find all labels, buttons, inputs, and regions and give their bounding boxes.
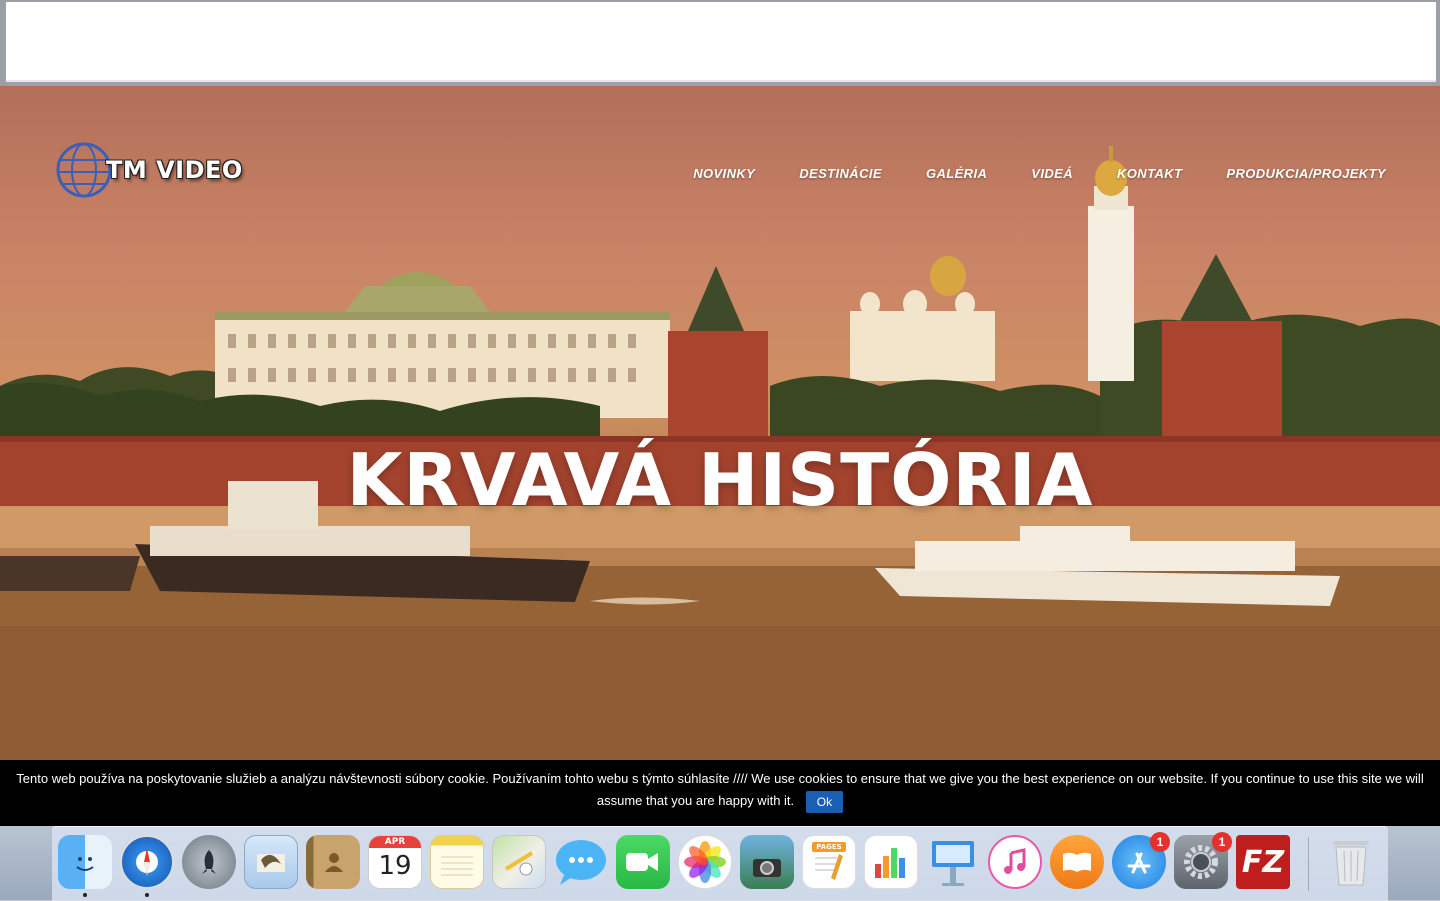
notes-icon[interactable]	[430, 835, 484, 889]
system-preferences-badge: 1	[1212, 832, 1232, 852]
cookie-banner: Tento web používa na poskytovanie služie…	[0, 760, 1440, 826]
messages-icon[interactable]	[554, 835, 608, 889]
nav-videa[interactable]: VIDEÁ	[1031, 166, 1073, 181]
filezilla-icon[interactable]: FZ	[1236, 835, 1290, 889]
contacts-icon[interactable]	[306, 835, 360, 889]
hero-banner: TM VIDEO NOVINKY DESTINÁCIE GALÉRIA VIDE…	[0, 86, 1440, 760]
app-store-icon[interactable]: 1	[1112, 832, 1170, 889]
photos-icon[interactable]	[678, 835, 732, 889]
site-logo[interactable]: TM VIDEO	[56, 138, 256, 202]
launchpad-icon[interactable]	[182, 835, 236, 889]
calendar-day: 19	[378, 851, 412, 881]
cookie-ok-button[interactable]: Ok	[805, 790, 844, 813]
nav-destinacie[interactable]: DESTINÁCIE	[799, 166, 882, 181]
pages-label: PAGES	[812, 842, 846, 852]
logo-text: TM VIDEO	[106, 156, 243, 184]
main-navigation: NOVINKY DESTINÁCIE GALÉRIA VIDEÁ KONTAKT…	[649, 166, 1386, 181]
app-store-badge: 1	[1150, 832, 1170, 852]
hero-headline: KRVAVÁ HISTÓRIA	[346, 438, 1094, 522]
nav-galeria[interactable]: GALÉRIA	[926, 166, 987, 181]
cookie-message: Tento web používa na poskytovanie služie…	[16, 771, 1424, 808]
ibooks-icon[interactable]	[1050, 835, 1104, 889]
system-preferences-icon[interactable]: 1	[1174, 832, 1232, 889]
filezilla-label: FZ	[1241, 844, 1285, 880]
nav-produkcia-projekty[interactable]: PRODUKCIA/PROJEKTY	[1226, 166, 1386, 181]
browser-chrome	[0, 0, 1440, 86]
dock-separator	[1308, 837, 1309, 891]
image-capture-icon[interactable]	[740, 835, 794, 889]
browser-toolbar	[6, 2, 1436, 82]
safari-icon[interactable]	[120, 835, 174, 897]
finder-icon[interactable]	[58, 835, 112, 897]
itunes-icon[interactable]	[988, 835, 1042, 889]
numbers-icon[interactable]	[864, 835, 918, 889]
facetime-icon[interactable]	[616, 835, 670, 889]
nav-novinky[interactable]: NOVINKY	[693, 166, 755, 181]
macos-dock: APR 19 PAGES 1 1 FZ	[52, 826, 1388, 901]
calendar-icon[interactable]: APR 19	[368, 835, 422, 889]
calendar-month: APR	[369, 836, 421, 848]
nav-kontakt[interactable]: KONTAKT	[1117, 166, 1182, 181]
mail-icon[interactable]	[244, 835, 298, 889]
pages-icon[interactable]: PAGES	[802, 835, 856, 889]
trash-icon[interactable]	[1324, 835, 1378, 889]
keynote-icon[interactable]	[926, 835, 980, 889]
maps-icon[interactable]	[492, 835, 546, 889]
